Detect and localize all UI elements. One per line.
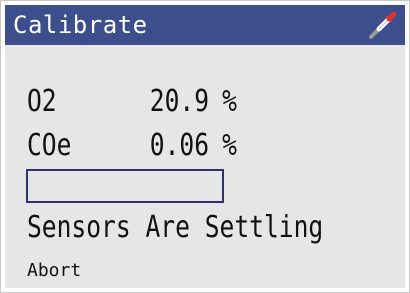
gas-value: 0.06 bbox=[149, 128, 210, 163]
abort-button[interactable]: Abort bbox=[27, 260, 81, 282]
probe-icon bbox=[369, 11, 397, 39]
title-bar: Calibrate bbox=[5, 5, 405, 45]
reading-row-o2: O2 20.9% bbox=[27, 85, 237, 119]
device-frame: Calibrate O2 20.9% COe 0.06% Sensors Are S… bbox=[0, 0, 410, 293]
gas-unit: % bbox=[222, 84, 237, 119]
display-screen: Calibrate O2 20.9% COe 0.06% Sensors Are S… bbox=[5, 5, 405, 288]
status-message: Sensors Are Settling bbox=[27, 210, 324, 245]
page-title: Calibrate bbox=[13, 11, 148, 39]
reading-row-coe: COe 0.06% bbox=[27, 129, 237, 163]
gas-value: 20.9 bbox=[149, 84, 210, 119]
gas-label: COe bbox=[27, 128, 72, 163]
gas-label: O2 bbox=[27, 84, 57, 119]
gas-unit: % bbox=[222, 128, 237, 163]
settling-progress-bar bbox=[26, 169, 224, 203]
